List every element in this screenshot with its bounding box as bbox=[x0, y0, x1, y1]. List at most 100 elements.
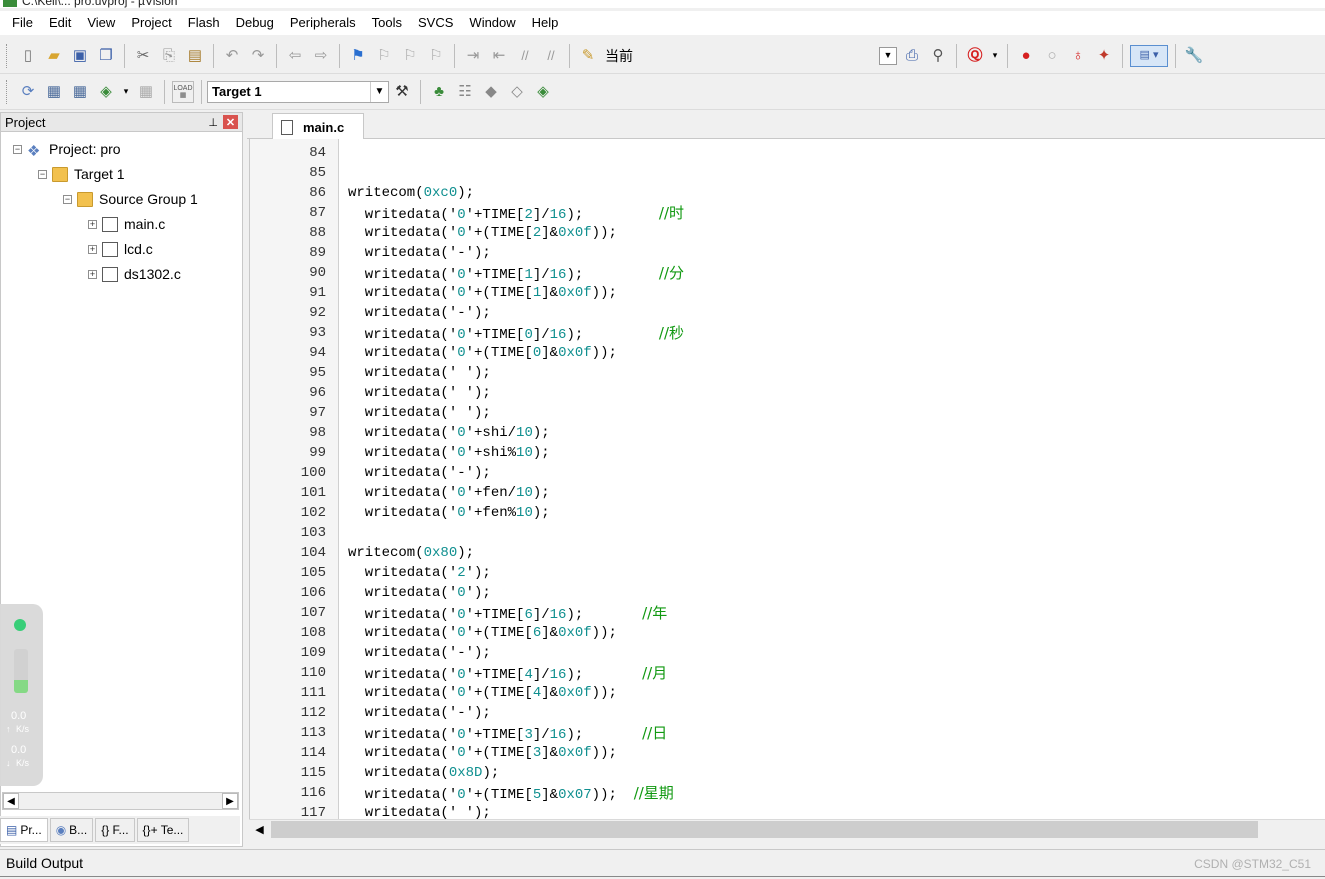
code-line[interactable]: 105 writedata('2'); bbox=[250, 563, 1320, 583]
debug-dropdown-icon[interactable]: ▾ bbox=[990, 45, 1000, 67]
collapse-icon[interactable]: − bbox=[38, 169, 47, 179]
menu-svcs[interactable]: SVCS bbox=[410, 11, 461, 35]
code-editor[interactable]: 84 85 86 writecom(0xc0); 87 writedata('0'+TI… bbox=[249, 139, 1325, 819]
tree-item-file[interactable]: + main.c bbox=[88, 212, 165, 236]
code-line[interactable]: 96 writedata(' '); bbox=[250, 383, 1320, 403]
incremental-find-icon[interactable]: ⎙ bbox=[901, 45, 923, 67]
code-line[interactable]: 85 bbox=[250, 163, 1320, 183]
comment-icon[interactable]: // bbox=[514, 45, 536, 67]
file-extensions-icon[interactable]: ♣ bbox=[428, 81, 450, 103]
download-icon[interactable]: LOAD ▦ bbox=[172, 80, 194, 103]
code-line[interactable]: 97 writedata(' '); bbox=[250, 403, 1320, 423]
menu-project[interactable]: Project bbox=[123, 11, 179, 35]
collapse-icon[interactable]: − bbox=[63, 194, 72, 204]
scrollbar-thumb[interactable] bbox=[271, 821, 1258, 838]
find-in-files-icon[interactable]: ✎ bbox=[577, 45, 599, 67]
code-line[interactable]: 106 writedata('0'); bbox=[250, 583, 1320, 603]
save-icon[interactable]: ▣ bbox=[69, 45, 91, 67]
redo-icon[interactable]: ↷ bbox=[247, 45, 269, 67]
clear-bookmarks-icon[interactable]: ⚐ bbox=[425, 45, 447, 67]
code-line[interactable]: 89 writedata('-'); bbox=[250, 243, 1320, 263]
code-line[interactable]: 116 writedata('0'+(TIME[5]&0x07)); //星期 bbox=[250, 783, 1320, 803]
prev-bookmark-icon[interactable]: ⚐ bbox=[373, 45, 395, 67]
code-line[interactable]: 100 writedata('-'); bbox=[250, 463, 1320, 483]
rebuild-icon[interactable]: ▦ bbox=[69, 81, 91, 103]
tree-item-source-group[interactable]: − Source Group 1 bbox=[63, 187, 198, 211]
code-line[interactable]: 93 writedata('0'+TIME[0]/16); //秒 bbox=[250, 323, 1320, 343]
pin-icon[interactable]: ⊥ bbox=[208, 116, 218, 129]
configure-tools-icon[interactable]: 🔧 bbox=[1183, 45, 1205, 67]
find-icon[interactable]: ⚲ bbox=[927, 45, 949, 67]
expand-icon[interactable]: + bbox=[88, 269, 97, 279]
expand-icon[interactable]: + bbox=[88, 244, 97, 254]
select-packs-icon[interactable]: ◆ bbox=[480, 81, 502, 103]
code-line[interactable]: 103 bbox=[250, 523, 1320, 543]
editor-horizontal-scrollbar[interactable]: ◀ bbox=[249, 819, 1325, 838]
navigate-back-icon[interactable]: ⇦ bbox=[284, 45, 306, 67]
code-line[interactable]: 88 writedata('0'+(TIME[2]&0x0f)); bbox=[250, 223, 1320, 243]
stop-build-icon[interactable]: ▦ bbox=[135, 81, 157, 103]
save-all-icon[interactable]: ❐ bbox=[95, 45, 117, 67]
code-line[interactable]: 107 writedata('0'+TIME[6]/16); //年 bbox=[250, 603, 1320, 623]
open-folder-icon[interactable]: ▰ bbox=[43, 45, 65, 67]
toolbar-grip[interactable] bbox=[6, 79, 9, 104]
code-line[interactable]: 113 writedata('0'+TIME[3]/16); //日 bbox=[250, 723, 1320, 743]
code-line[interactable]: 111 writedata('0'+(TIME[4]&0x0f)); bbox=[250, 683, 1320, 703]
bookmark-icon[interactable]: ⚑ bbox=[347, 45, 369, 67]
menu-tools[interactable]: Tools bbox=[364, 11, 410, 35]
window-layout-icon[interactable]: ▤ ▾ bbox=[1130, 44, 1168, 67]
indent-icon[interactable]: ⇥ bbox=[462, 45, 484, 67]
expand-icon[interactable]: + bbox=[88, 219, 97, 229]
code-line[interactable]: 117 writedata(' '); bbox=[250, 803, 1320, 819]
next-bookmark-icon[interactable]: ⚐ bbox=[399, 45, 421, 67]
tab-main-c[interactable]: main.c bbox=[272, 113, 364, 140]
tree-item-file[interactable]: + lcd.c bbox=[88, 237, 153, 261]
menu-help[interactable]: Help bbox=[524, 11, 567, 35]
manage-components-icon[interactable]: ☷ bbox=[454, 81, 476, 103]
code-line[interactable]: 86 writecom(0xc0); bbox=[250, 183, 1320, 203]
new-file-icon[interactable]: ▯ bbox=[17, 45, 39, 67]
kill-breakpoints-icon[interactable]: ✦ bbox=[1093, 45, 1115, 67]
chevron-down-icon[interactable]: ▼ bbox=[370, 81, 388, 102]
translate-icon[interactable]: ⟳ bbox=[17, 81, 39, 103]
tab-books[interactable]: ◉ B... bbox=[49, 818, 94, 842]
menu-file[interactable]: File bbox=[4, 11, 41, 35]
code-line[interactable]: 108 writedata('0'+(TIME[6]&0x0f)); bbox=[250, 623, 1320, 643]
tab-templates[interactable]: {}+ Te... bbox=[136, 818, 190, 842]
undo-icon[interactable]: ↶ bbox=[221, 45, 243, 67]
code-line[interactable]: 102 writedata('0'+fen%10); bbox=[250, 503, 1320, 523]
code-line[interactable]: 112 writedata('-'); bbox=[250, 703, 1320, 723]
code-line[interactable]: 98 writedata('0'+shi/10); bbox=[250, 423, 1320, 443]
scroll-left-icon[interactable]: ◀ bbox=[251, 821, 268, 838]
tree-item-file[interactable]: + ds1302.c bbox=[88, 262, 181, 286]
menu-flash[interactable]: Flash bbox=[180, 11, 228, 35]
find-dropdown-icon[interactable]: ▼ bbox=[879, 46, 897, 65]
code-line[interactable]: 115 writedata(0x8D); bbox=[250, 763, 1320, 783]
project-horizontal-scrollbar[interactable]: ◀ ▶ bbox=[2, 792, 239, 810]
code-line[interactable]: 109 writedata('-'); bbox=[250, 643, 1320, 663]
code-line[interactable]: 114 writedata('0'+(TIME[3]&0x0f)); bbox=[250, 743, 1320, 763]
navigate-forward-icon[interactable]: ⇨ bbox=[310, 45, 332, 67]
code-line[interactable]: 87 writedata('0'+TIME[2]/16); //时 bbox=[250, 203, 1320, 223]
code-line[interactable]: 84 bbox=[250, 143, 1320, 163]
disable-breakpoint-icon[interactable]: ○ bbox=[1041, 45, 1063, 67]
code-line[interactable]: 99 writedata('0'+shi%10); bbox=[250, 443, 1320, 463]
toolbar-grip[interactable] bbox=[6, 43, 9, 68]
code-line[interactable]: 91 writedata('0'+(TIME[1]&0x0f)); bbox=[250, 283, 1320, 303]
scroll-left-icon[interactable]: ◀ bbox=[3, 793, 19, 809]
target-select[interactable]: Target 1 ▼ bbox=[207, 80, 389, 103]
code-line[interactable]: 95 writedata(' '); bbox=[250, 363, 1320, 383]
copy-icon[interactable]: ⎘ bbox=[158, 45, 180, 67]
close-icon[interactable]: ✕ bbox=[223, 115, 238, 129]
pack-installer-icon[interactable]: ◇ bbox=[506, 81, 528, 103]
code-line[interactable]: 94 writedata('0'+(TIME[0]&0x0f)); bbox=[250, 343, 1320, 363]
menu-window[interactable]: Window bbox=[461, 11, 523, 35]
code-line[interactable]: 90 writedata('0'+TIME[1]/16); //分 bbox=[250, 263, 1320, 283]
disable-all-breakpoints-icon[interactable]: ♁ bbox=[1067, 45, 1089, 67]
scroll-right-icon[interactable]: ▶ bbox=[222, 793, 238, 809]
unindent-icon[interactable]: ⇤ bbox=[488, 45, 510, 67]
tree-item-project[interactable]: − ❖ Project: pro bbox=[13, 137, 121, 161]
code-line[interactable]: 92 writedata('-'); bbox=[250, 303, 1320, 323]
tree-item-target[interactable]: − Target 1 bbox=[38, 162, 125, 186]
menu-edit[interactable]: Edit bbox=[41, 11, 79, 35]
